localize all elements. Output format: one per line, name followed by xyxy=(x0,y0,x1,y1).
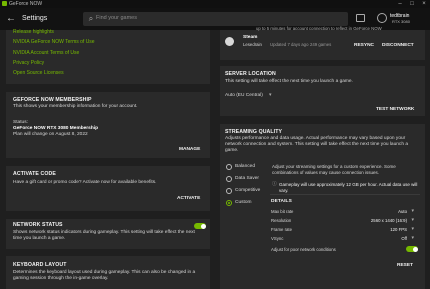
streaming-quality-panel: STREAMING QUALITY Adjusts performance an… xyxy=(220,124,425,289)
search-placeholder: Find your games xyxy=(96,15,137,21)
adjust-poor-network-toggle[interactable] xyxy=(406,246,418,252)
server-location-select[interactable]: Auto (EU Central) xyxy=(225,93,263,99)
network-status-panel: NETWORK STATUS Shows network status indi… xyxy=(6,219,210,249)
search-icon: ⌕ xyxy=(88,14,94,23)
search-input[interactable]: ⌕ Find your games xyxy=(83,12,348,26)
detail-vsync[interactable]: VSync Off ▾ xyxy=(271,235,430,243)
detail-frame-rate[interactable]: Frame rate 120 FPS ▾ xyxy=(271,226,430,234)
steam-icon xyxy=(225,37,234,46)
nvidia-logo-icon xyxy=(2,1,7,6)
gameplay-data-note: Gameplay will use approximately 12 GB pe… xyxy=(279,182,418,193)
details-title: DETAILS xyxy=(271,199,292,204)
close-icon[interactable]: × xyxy=(418,0,430,8)
resync-button[interactable]: RESYNC xyxy=(354,43,374,48)
disconnect-button[interactable]: DISCONNECT xyxy=(382,43,414,48)
streaming-desc: Adjusts performance and data usage. Actu… xyxy=(225,136,409,153)
detail-label: Max bit rate xyxy=(271,209,294,214)
adjust-poor-network-label: Adjust for poor network conditions xyxy=(271,247,336,252)
reset-button[interactable]: RESET xyxy=(397,263,413,268)
page-title: Settings xyxy=(22,15,48,22)
membership-panel: GEFORCE NOW MEMBERSHIP This shows your m… xyxy=(6,92,210,158)
avatar-icon[interactable] xyxy=(377,13,387,23)
radio-balanced[interactable] xyxy=(226,164,232,170)
app-name: GeForce NOW xyxy=(9,1,43,7)
network-status-title: NETWORK STATUS xyxy=(13,222,63,228)
manage-button[interactable]: MANAGE xyxy=(179,147,200,152)
detail-value: Off xyxy=(401,236,407,241)
detail-label: Resolution xyxy=(271,218,292,223)
chat-icon[interactable] xyxy=(356,14,365,22)
service-user: Lesedrain xyxy=(243,42,262,47)
chevron-down-icon: ▾ xyxy=(411,226,414,232)
detail-value: Auto xyxy=(398,209,407,214)
chevron-down-icon[interactable]: ▾ xyxy=(269,93,271,99)
minimize-icon[interactable]: – xyxy=(394,0,406,8)
server-location-desc: This setting will take effect the next t… xyxy=(225,79,353,84)
keyboard-panel: KEYBOARD LAYOUT Determines the keyboard … xyxy=(6,256,210,289)
chevron-down-icon: ▾ xyxy=(411,208,414,214)
details-divider xyxy=(270,194,420,195)
custom-adjust-text: Adjust your streaming settings for a cus… xyxy=(272,164,396,175)
chevron-down-icon: ▾ xyxy=(411,235,414,241)
activate-title: ACTIVATE CODE xyxy=(13,171,56,177)
detail-max-bit-rate[interactable]: Max bit rate Auto ▾ xyxy=(271,208,430,216)
link-open-source-licenses[interactable]: Open Source Licenses xyxy=(13,70,64,76)
link-release-highlights[interactable]: Release highlights xyxy=(13,29,54,35)
service-updated: Updated 7 days ago xyxy=(270,42,309,47)
detail-label: VSync xyxy=(271,236,284,241)
activate-button[interactable]: ACTIVATE xyxy=(177,196,200,201)
server-location-title: SERVER LOCATION xyxy=(225,71,276,77)
radio-data-saver[interactable] xyxy=(226,176,232,182)
service-games: 249 games xyxy=(310,42,332,47)
chevron-down-icon: ▾ xyxy=(411,217,414,223)
keyboard-desc: Determines the keyboard layout used duri… xyxy=(13,270,196,281)
detail-value: 2560 x 1440 (16:9) xyxy=(370,218,407,223)
network-status-toggle[interactable] xyxy=(194,223,206,229)
link-nvidia-account-terms[interactable]: NVIDIA Account Terms of Use xyxy=(13,50,79,56)
info-icon: ⓘ xyxy=(272,182,277,187)
membership-desc: This shows your membership information f… xyxy=(13,104,138,109)
detail-label: Frame rate xyxy=(271,227,293,232)
test-network-button[interactable]: TEST NETWORK xyxy=(376,107,414,112)
membership-title: GEFORCE NOW MEMBERSHIP xyxy=(13,97,92,103)
radio-custom[interactable] xyxy=(226,200,232,206)
link-privacy-policy[interactable]: Privacy Policy xyxy=(13,60,44,66)
streaming-title: STREAMING QUALITY xyxy=(225,129,283,135)
service-name: Steam xyxy=(243,35,258,40)
connected-note: up to 5 minutes for account connection t… xyxy=(256,26,382,31)
option-data-saver-label[interactable]: Data Saver xyxy=(235,176,259,182)
back-arrow-icon[interactable]: ← xyxy=(6,13,16,24)
maximize-icon[interactable]: □ xyxy=(406,0,418,8)
links-panel: Release highlights NVIDIA GeForce NOW Te… xyxy=(6,29,210,84)
radio-competitive[interactable] xyxy=(226,188,232,194)
title-bar: GeForce NOW – □ × xyxy=(0,0,430,8)
activate-desc: Have a gift card or promo code? Activate… xyxy=(13,180,157,185)
option-balanced-label[interactable]: Balanced xyxy=(235,164,255,170)
option-competitive-label[interactable]: Competitive xyxy=(235,188,260,194)
network-status-desc: Shows network status indicators during g… xyxy=(13,230,195,241)
activate-panel: ACTIVATE CODE Have a gift card or promo … xyxy=(6,166,210,211)
server-location-panel: SERVER LOCATION This setting will take e… xyxy=(220,66,425,116)
option-custom-label[interactable]: Custom xyxy=(235,200,252,206)
detail-value: 120 FPS xyxy=(390,227,407,232)
membership-expiry: Plan will change on August 8, 2022 xyxy=(13,132,88,137)
user-plan: RTX 3080 xyxy=(392,19,410,24)
detail-resolution[interactable]: Resolution 2560 x 1440 (16:9) ▾ xyxy=(271,217,430,225)
link-gfn-terms[interactable]: NVIDIA GeForce NOW Terms of Use xyxy=(13,39,95,45)
keyboard-title: KEYBOARD LAYOUT xyxy=(13,262,67,268)
connected-accounts-panel: up to 5 minutes for account connection t… xyxy=(220,26,425,60)
